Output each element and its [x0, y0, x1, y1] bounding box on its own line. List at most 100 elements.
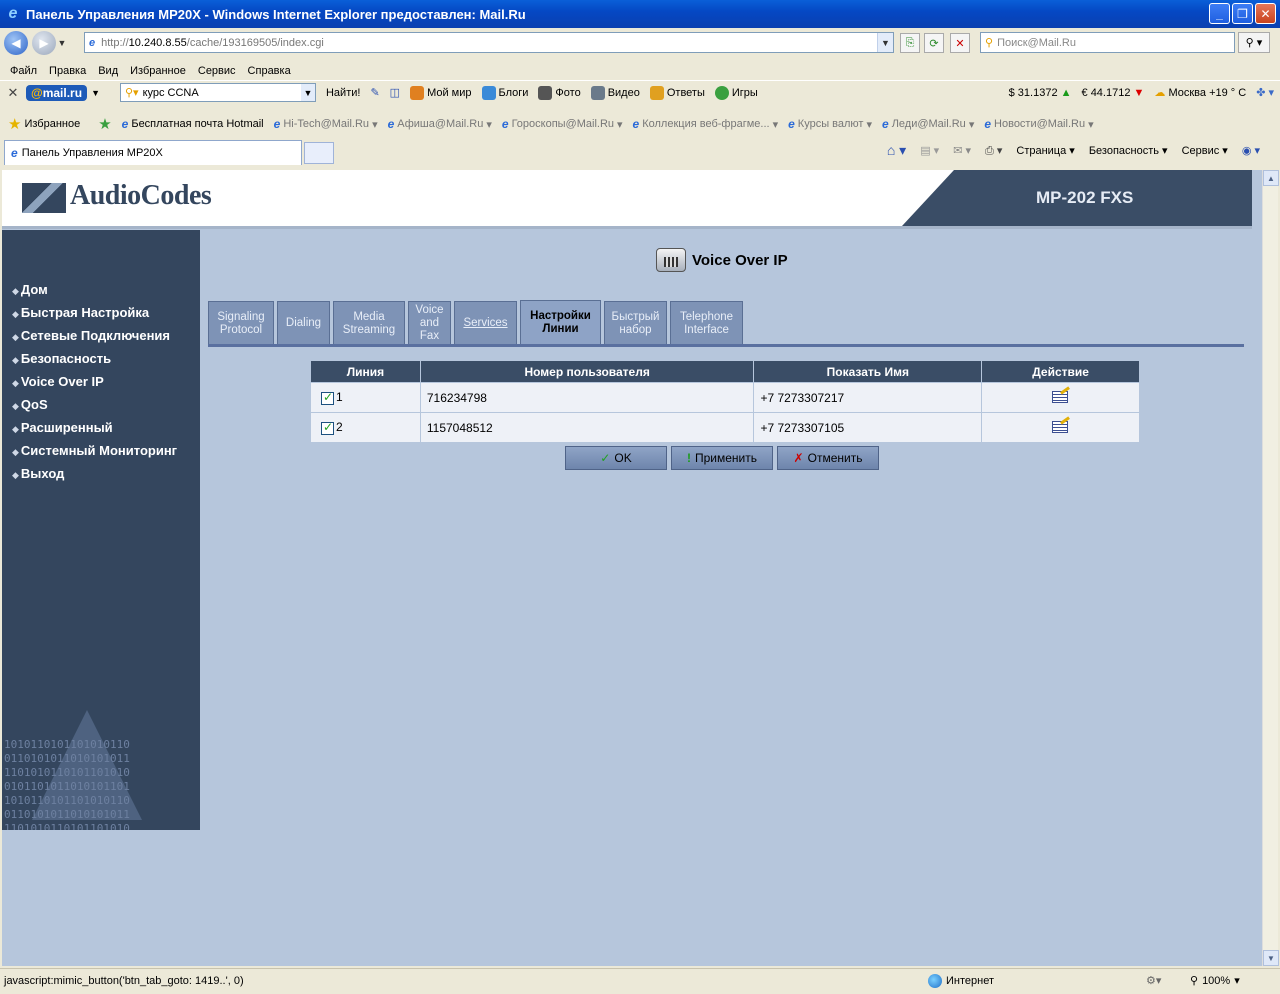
- tab-speed-dial[interactable]: Быстрый набор: [604, 301, 667, 345]
- tab-dialing[interactable]: Dialing: [277, 301, 330, 345]
- nav-item-security[interactable]: ◆ Безопасность: [12, 351, 111, 366]
- mailru-search-dropdown-icon[interactable]: ▼: [300, 84, 315, 101]
- header-divider: [2, 226, 1252, 229]
- print-icon[interactable]: ⎙ ▾: [985, 144, 1002, 158]
- minimize-button[interactable]: _: [1209, 3, 1230, 24]
- edit-icon[interactable]: [1051, 419, 1070, 433]
- find-button[interactable]: Найти!: [326, 87, 360, 99]
- forward-button[interactable]: ▶: [32, 31, 56, 55]
- history-dropdown-icon[interactable]: ▼: [56, 38, 68, 48]
- mail-icon[interactable]: ✉ ▾: [953, 144, 971, 157]
- menu-file[interactable]: Файл: [10, 65, 37, 77]
- help-icon[interactable]: ◉ ▾: [1242, 144, 1260, 157]
- security-zone[interactable]: Интернет: [928, 973, 994, 988]
- page-viewport: AudioCodes MP-202 FXS ◆ Дом ◆ Быстрая Наст…: [2, 170, 1262, 966]
- cancel-button[interactable]: ✗ Отменить: [777, 446, 879, 470]
- ok-button[interactable]: ✓ OK: [565, 446, 667, 470]
- favorites-button[interactable]: ★ Избранное: [8, 115, 80, 133]
- stop-icon[interactable]: ✕: [950, 33, 970, 53]
- tab-signaling-protocol[interactable]: Signaling Protocol: [208, 301, 274, 345]
- cmd-security[interactable]: Безопасность ▾: [1089, 144, 1168, 157]
- mailbar-item-answers[interactable]: Ответы: [649, 85, 705, 100]
- usd-rate[interactable]: $ 31.1372 ▲: [1009, 87, 1072, 99]
- fav-link-hotmail[interactable]: e Бесплатная почта Hotmail: [122, 117, 264, 131]
- eur-rate[interactable]: € 44.1712 ▼: [1082, 87, 1145, 99]
- nav-item-qos[interactable]: ◆ QoS: [12, 397, 48, 412]
- weather[interactable]: ☁ Москва +19 ° C: [1154, 86, 1246, 99]
- fav-link-lady[interactable]: e Леди@Mail.Ru ▾: [882, 117, 974, 131]
- tab-media-streaming[interactable]: Media Streaming: [333, 301, 405, 345]
- nav-item-system-monitoring[interactable]: ◆ Системный Мониторинг: [12, 443, 177, 458]
- cmd-tools[interactable]: Сервис ▾: [1182, 144, 1228, 157]
- fav-link-rates[interactable]: e Курсы валют ▾: [788, 117, 872, 131]
- new-tab-button[interactable]: [304, 142, 334, 164]
- mailbar-item-my-world[interactable]: Мой мир: [410, 85, 472, 100]
- ie-page-icon: e: [501, 117, 509, 131]
- close-button[interactable]: ✕: [1255, 3, 1276, 24]
- nav-item-home[interactable]: ◆ Дом: [12, 282, 48, 297]
- menu-favorites[interactable]: Избранное: [130, 65, 186, 77]
- highlight-icon[interactable]: ✎: [370, 86, 379, 99]
- nav-item-advanced[interactable]: ◆ Расширенный: [12, 420, 113, 435]
- protected-mode-icon[interactable]: ⚙▾: [1146, 974, 1161, 987]
- nav-item-quick-setup[interactable]: ◆ Быстрая Настройка: [12, 305, 149, 320]
- nav-item-logout[interactable]: ◆ Выход: [12, 466, 64, 481]
- cmd-page[interactable]: Страница ▾: [1016, 144, 1074, 157]
- line-enabled-checkbox[interactable]: [321, 420, 334, 435]
- apply-button[interactable]: ! Применить: [671, 446, 773, 470]
- browser-tab-active[interactable]: e Панель Управления MP20X: [4, 140, 302, 165]
- bullet-icon: ◆: [12, 332, 19, 342]
- url-dropdown-icon[interactable]: ▼: [877, 33, 893, 52]
- fav-link-webslices[interactable]: e Коллекция веб-фрагме... ▾: [633, 117, 779, 131]
- tab-telephone-interface[interactable]: Telephone Interface: [670, 301, 743, 345]
- ie-page-icon: e: [387, 117, 395, 131]
- page-search-icon[interactable]: ◫: [390, 86, 400, 99]
- vertical-scrollbar[interactable]: ▲ ▼: [1262, 170, 1279, 966]
- line-enabled-checkbox[interactable]: [321, 390, 334, 405]
- menu-edit[interactable]: Правка: [49, 65, 86, 77]
- menu-tools[interactable]: Сервис: [198, 65, 236, 77]
- scroll-down-icon[interactable]: ▼: [1263, 950, 1279, 966]
- nav-item-network-connections[interactable]: ◆ Сетевые Подключения: [12, 328, 170, 343]
- compatibility-icon[interactable]: ⎘: [900, 33, 920, 53]
- refresh-icon[interactable]: ⟳: [924, 33, 944, 53]
- mailru-search-input[interactable]: ⚲▾ курс CCNA ▼: [119, 83, 316, 102]
- zoom-level[interactable]: ⚲ 100% ▾: [1190, 974, 1240, 988]
- menu-help[interactable]: Справка: [248, 65, 291, 77]
- tab-voice-and-fax[interactable]: Voice and Fax: [408, 301, 451, 345]
- fav-link-hitech[interactable]: e Hi-Tech@Mail.Ru ▾: [274, 117, 378, 131]
- mailbar-item-video[interactable]: Видео: [590, 85, 640, 100]
- url-field[interactable]: e http://10.240.8.55/cache/193169505/ind…: [84, 32, 894, 53]
- fav-link-news[interactable]: e Новости@Mail.Ru ▾: [984, 117, 1093, 131]
- tab-line-settings[interactable]: Настройки Линии: [520, 300, 601, 345]
- scroll-up-icon[interactable]: ▲: [1263, 170, 1279, 186]
- menu-view[interactable]: Вид: [98, 65, 118, 77]
- globe-icon: [928, 973, 942, 988]
- mailbar-item-games[interactable]: Игры: [714, 85, 758, 100]
- mailru-logo[interactable]: @mail.ru: [26, 84, 88, 101]
- exclamation-icon: !: [686, 451, 691, 465]
- feeds-icon[interactable]: ▤ ▾: [920, 144, 939, 157]
- col-header-action: Действие: [981, 360, 1140, 383]
- edit-icon[interactable]: [1051, 389, 1070, 403]
- mailru-menu-dropdown-icon[interactable]: ▼: [91, 88, 100, 98]
- add-favorites-icon[interactable]: ★: [98, 115, 111, 133]
- action-cell: [981, 382, 1140, 413]
- close-toolbar-icon[interactable]: ✕: [0, 85, 26, 101]
- home-icon[interactable]: ⌂ ▾: [887, 142, 906, 159]
- maximize-button[interactable]: ❐: [1232, 3, 1253, 24]
- mailbar-item-blogs[interactable]: Блоги: [481, 85, 528, 100]
- fav-link-horoscopes[interactable]: e Гороскопы@Mail.Ru ▾: [502, 117, 623, 131]
- mailbar-item-photo[interactable]: Фото: [538, 85, 581, 100]
- ie-page-icon: e: [984, 117, 992, 131]
- nav-item-voice-over-ip[interactable]: ◆ Voice Over IP: [12, 374, 104, 389]
- search-input[interactable]: ⚲ Поиск@Mail.Ru: [980, 32, 1235, 53]
- browser-tab-row: e Панель Управления MP20X ⌂ ▾ ▤ ▾ ✉ ▾ ⎙ …: [0, 138, 1280, 166]
- fav-link-afisha[interactable]: e Афиша@Mail.Ru ▾: [388, 117, 492, 131]
- toolbar-settings-icon[interactable]: ✤ ▾: [1256, 86, 1274, 99]
- bullet-icon: ◆: [12, 309, 19, 319]
- search-button[interactable]: ⚲ ▾: [1238, 32, 1270, 53]
- back-button[interactable]: ◀: [4, 31, 28, 55]
- audiocodes-logo: AudioCodes: [22, 180, 212, 213]
- tab-services[interactable]: Services: [454, 301, 517, 345]
